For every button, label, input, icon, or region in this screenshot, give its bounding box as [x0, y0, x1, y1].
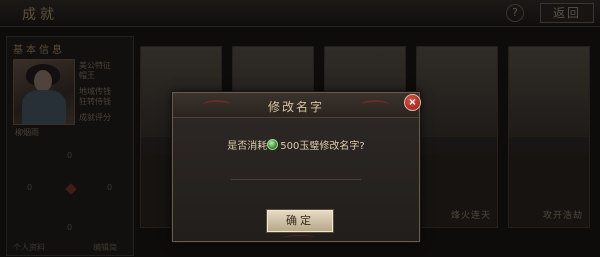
jade-coin-icon — [267, 139, 279, 150]
close-button[interactable]: × — [404, 94, 421, 111]
message-prefix: 是否消耗 — [227, 141, 268, 152]
ornament-icon — [283, 235, 315, 240]
dialog-message: 是否消耗 500玉璧修改名字? — [173, 137, 419, 152]
dialog-header: 修改名字 — [173, 93, 419, 118]
dialog-title: 修改名字 — [267, 100, 324, 114]
name-input[interactable] — [231, 165, 361, 180]
confirm-button[interactable]: 确定 — [267, 210, 333, 232]
rename-dialog: 修改名字 × 是否消耗 500玉璧修改名字? 确定 — [172, 92, 421, 242]
message-suffix: 500玉璧修改名字? — [280, 141, 365, 152]
